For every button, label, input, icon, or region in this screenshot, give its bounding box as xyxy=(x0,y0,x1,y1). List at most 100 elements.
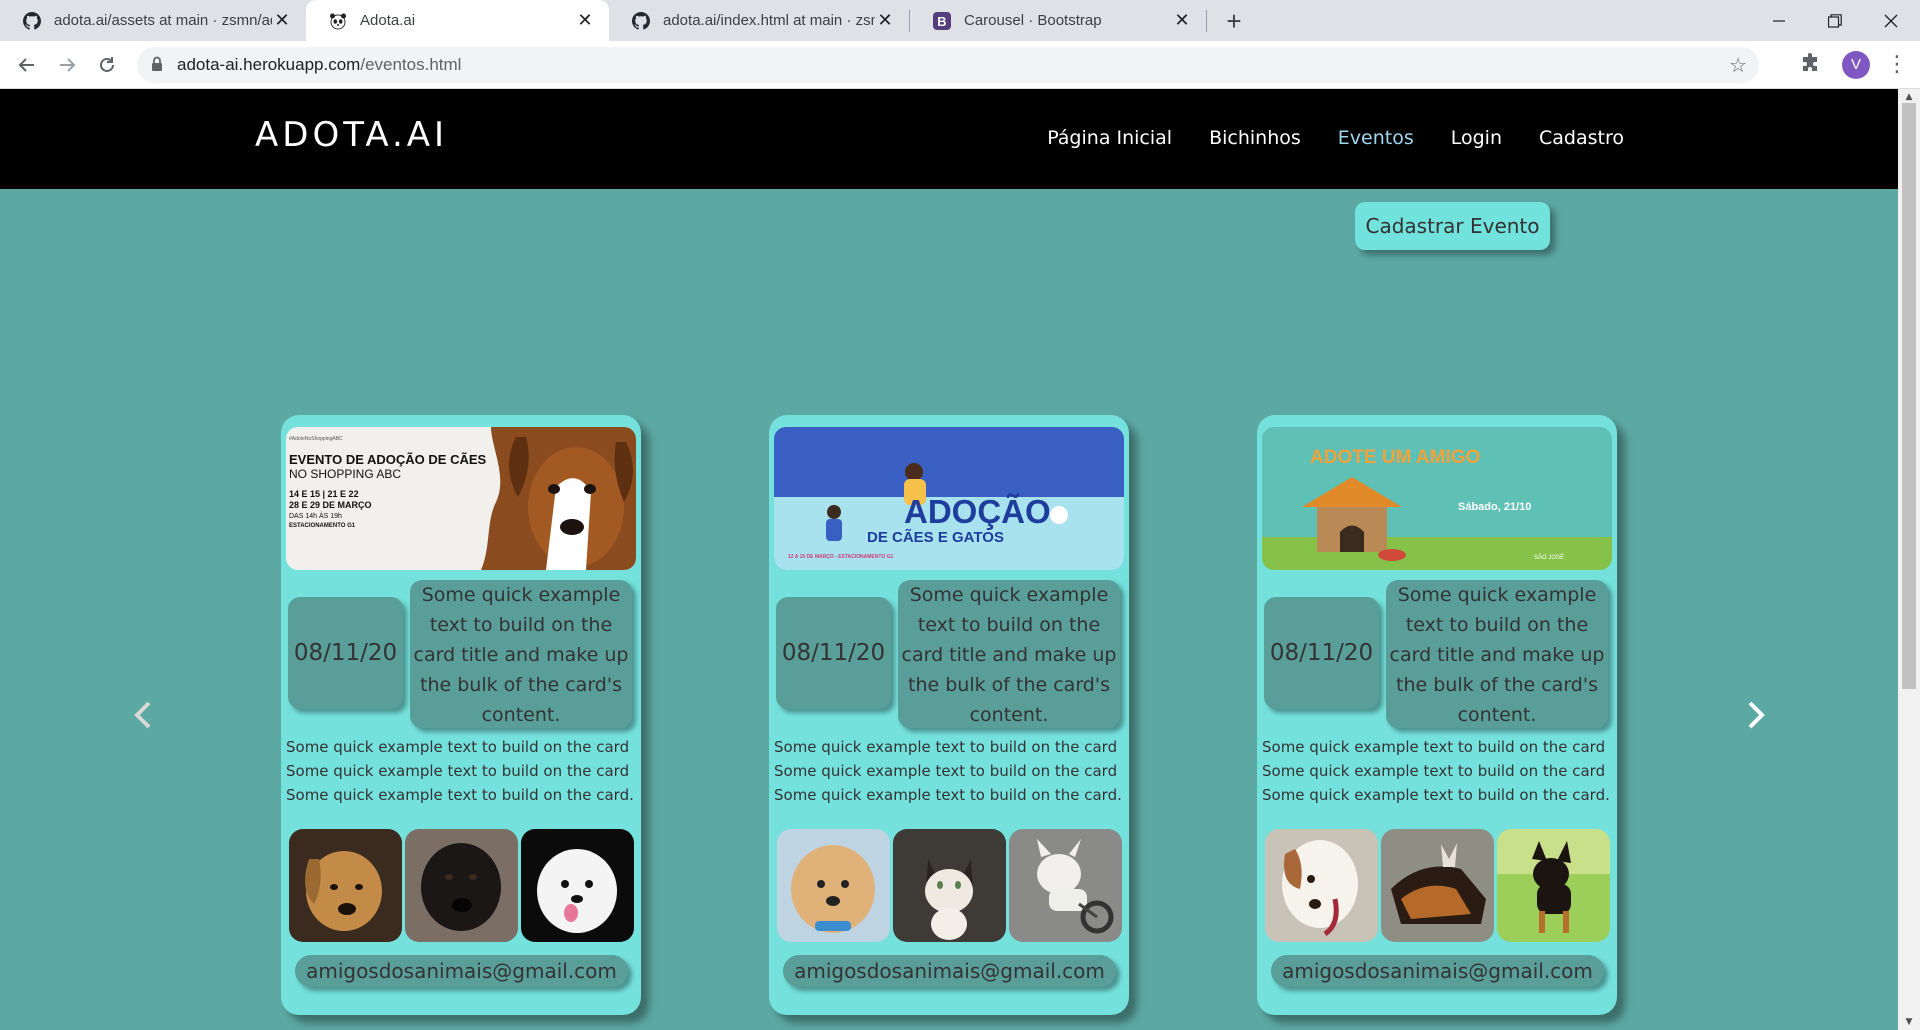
event-date: 08/11/20 xyxy=(288,597,403,709)
pet-photos xyxy=(777,829,1123,942)
close-icon[interactable]: ✕ xyxy=(272,10,292,31)
event-detail-line: Some quick example text to build on the … xyxy=(286,762,630,780)
cadastrar-evento-button[interactable]: Cadastrar Evento xyxy=(1355,202,1550,250)
event-banner-image[interactable]: #AdoteNoShoppingABC EVENTO DE ADOÇÃO DE … xyxy=(286,427,636,570)
pet-photo[interactable] xyxy=(1497,829,1610,942)
banner-hours: DAS 14h ÀS 19h xyxy=(289,513,342,520)
scroll-down-arrow-icon[interactable]: ▼ xyxy=(1903,1017,1915,1027)
reload-icon[interactable] xyxy=(93,51,121,79)
banner-dates-2: 28 E 29 DE MARÇO xyxy=(289,500,372,510)
address-bar[interactable]: adota-ai.herokuapp.com/eventos.html ☆ xyxy=(137,47,1759,83)
new-tab-button[interactable]: + xyxy=(1219,6,1249,36)
nav-link-pagina-inicial[interactable]: Página Inicial xyxy=(1047,127,1172,149)
banner-dates: 14 E 15 | 21 E 22 xyxy=(289,489,359,499)
event-details: Some quick example text to build on the … xyxy=(1262,735,1614,807)
carousel-prev-icon[interactable] xyxy=(128,700,158,730)
github-icon xyxy=(22,11,42,31)
event-detail-line: Some quick example text to build on the … xyxy=(774,738,1118,756)
banner-subtitle: DE CÃES E GATOS xyxy=(867,529,1004,546)
banner-footer: 12 A 15 DE MARÇO - ESTACIONAMENTO G1 xyxy=(788,554,894,560)
browser-tab-active[interactable]: Adota.ai ✕ xyxy=(306,0,609,41)
pet-photo[interactable] xyxy=(405,829,518,942)
event-contact-email[interactable]: amigosdosanimais@gmail.com xyxy=(295,955,628,987)
pet-photo[interactable] xyxy=(521,829,634,942)
site-menu: Página Inicial Bichinhos Eventos Login C… xyxy=(1047,127,1624,149)
event-date: 08/11/20 xyxy=(776,597,891,709)
event-card: ADOÇÃO DE CÃES E GATOS 12 A 15 DE MARÇO … xyxy=(769,415,1129,1015)
event-description: Some quick example text to build on the … xyxy=(410,580,632,728)
browser-toolbar: adota-ai.herokuapp.com/eventos.html ☆ V … xyxy=(0,41,1920,89)
browser-tab[interactable]: adota.ai/assets at main · zsmn/ad ✕ xyxy=(0,0,306,41)
pet-photo[interactable] xyxy=(893,829,1006,942)
extensions-puzzle-icon[interactable] xyxy=(1799,53,1823,77)
scrollbar-thumb[interactable] xyxy=(1902,103,1916,689)
site-navbar: ADOTA.AI Página Inicial Bichinhos Evento… xyxy=(0,89,1898,189)
forward-icon[interactable] xyxy=(53,51,81,79)
browser-tab-strip: adota.ai/assets at main · zsmn/ad ✕ Adot… xyxy=(0,0,1920,41)
scroll-up-arrow-icon[interactable]: ▲ xyxy=(1903,92,1915,102)
close-window-button[interactable] xyxy=(1862,0,1920,41)
url-text[interactable]: adota-ai.herokuapp.com/eventos.html xyxy=(177,55,461,75)
bootstrap-icon: B xyxy=(932,11,952,31)
tab-title: Carousel · Bootstrap xyxy=(964,12,1102,29)
tab-title: adota.ai/assets at main · zsmn/ad xyxy=(54,12,272,29)
bookmark-star-icon[interactable]: ☆ xyxy=(1729,53,1747,77)
lock-icon xyxy=(151,56,163,76)
banner-title: EVENTO DE ADOÇÃO DE CÃES xyxy=(289,452,487,467)
event-detail-line: Some quick example text to build on the … xyxy=(286,786,634,804)
profile-avatar[interactable]: V xyxy=(1842,51,1870,79)
event-date: 08/11/20 xyxy=(1264,597,1379,709)
event-contact-email[interactable]: amigosdosanimais@gmail.com xyxy=(783,955,1116,987)
minimize-button[interactable] xyxy=(1750,0,1808,41)
nav-link-cadastro[interactable]: Cadastro xyxy=(1539,127,1624,149)
menu-kebab-icon[interactable]: ⋮ xyxy=(1886,51,1908,79)
event-details: Some quick example text to build on the … xyxy=(774,735,1126,807)
event-detail-line: Some quick example text to build on the … xyxy=(1262,786,1610,804)
event-details: Some quick example text to build on the … xyxy=(286,735,638,807)
pet-photo[interactable] xyxy=(289,829,402,942)
tab-separator xyxy=(1206,10,1207,32)
banner-tag: #AdoteNoShoppingABC xyxy=(289,436,343,442)
close-icon[interactable]: ✕ xyxy=(875,10,895,31)
restore-button[interactable] xyxy=(1806,0,1864,41)
nav-link-login[interactable]: Login xyxy=(1451,127,1502,149)
pet-photos xyxy=(289,829,635,942)
nav-link-eventos[interactable]: Eventos xyxy=(1338,127,1414,149)
event-contact-email[interactable]: amigosdosanimais@gmail.com xyxy=(1271,955,1604,987)
pet-photo[interactable] xyxy=(1009,829,1122,942)
carousel-next-icon[interactable] xyxy=(1741,700,1771,730)
nav-link-bichinhos[interactable]: Bichinhos xyxy=(1209,127,1301,149)
banner-title: ADOTE UM AMIGO xyxy=(1310,447,1481,468)
pet-photo[interactable] xyxy=(1265,829,1378,942)
event-card: ADOTE UM AMIGO Sábado, 21/10 SÃO JOSÉ 08… xyxy=(1257,415,1617,1015)
event-detail-line: Some quick example text to build on the … xyxy=(1262,738,1606,756)
github-icon xyxy=(631,11,651,31)
close-icon[interactable]: ✕ xyxy=(1172,10,1192,31)
site-brand-logo[interactable]: ADOTA.AI xyxy=(255,115,448,155)
close-icon[interactable]: ✕ xyxy=(575,10,595,31)
event-detail-line: Some quick example text to build on the … xyxy=(774,762,1118,780)
pet-photos xyxy=(1265,829,1611,942)
pet-photo[interactable] xyxy=(1381,829,1494,942)
browser-tab[interactable]: B Carousel · Bootstrap ✕ xyxy=(910,0,1206,41)
browser-tab[interactable]: adota.ai/index.html at main · zsm ✕ xyxy=(609,0,909,41)
event-detail-line: Some quick example text to build on the … xyxy=(774,786,1122,804)
event-banner-image[interactable]: ADOTE UM AMIGO Sábado, 21/10 SÃO JOSÉ xyxy=(1262,427,1612,570)
banner-subtitle: NO SHOPPING ABC xyxy=(289,467,402,481)
banner-org: SÃO JOSÉ xyxy=(1534,555,1565,561)
pet-photo[interactable] xyxy=(777,829,890,942)
url-path: /eventos.html xyxy=(360,55,462,74)
back-icon[interactable] xyxy=(13,51,41,79)
url-host: adota-ai.herokuapp.com xyxy=(177,55,361,74)
banner-day: Sábado, 21/10 xyxy=(1458,501,1532,513)
event-banner-image[interactable]: ADOÇÃO DE CÃES E GATOS 12 A 15 DE MARÇO … xyxy=(774,427,1124,570)
event-detail-line: Some quick example text to build on the … xyxy=(1262,762,1606,780)
panda-icon xyxy=(328,11,348,31)
tab-title: adota.ai/index.html at main · zsm xyxy=(663,12,875,29)
event-card: #AdoteNoShoppingABC EVENTO DE ADOÇÃO DE … xyxy=(281,415,641,1015)
page-scrollbar[interactable]: ▲ ▼ xyxy=(1898,89,1920,1030)
banner-place: ESTACIONAMENTO G1 xyxy=(289,523,356,529)
banner-title: ADOÇÃO xyxy=(904,493,1051,530)
tab-title: Adota.ai xyxy=(360,12,416,29)
event-detail-line: Some quick example text to build on the … xyxy=(286,738,630,756)
